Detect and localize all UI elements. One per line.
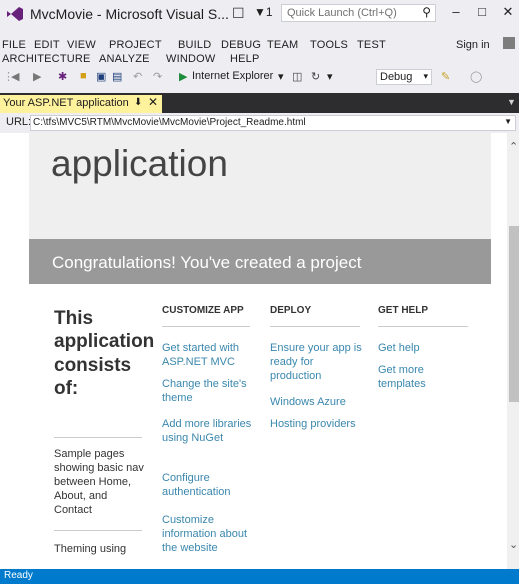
left-item: Sample pages showing basic nav between H… xyxy=(54,448,144,516)
menu-project[interactable]: PROJECT xyxy=(109,39,162,51)
divider xyxy=(54,530,142,531)
hero-title: application xyxy=(51,143,228,184)
column-heading: GET HELP xyxy=(378,305,429,316)
visual-studio-logo-icon xyxy=(7,7,23,21)
menu-build[interactable]: BUILD xyxy=(178,39,211,51)
maximize-button[interactable]: □ xyxy=(474,4,490,19)
menu-analyze[interactable]: ANALYZE xyxy=(99,53,150,65)
open-file-icon[interactable]: ■ xyxy=(80,70,87,82)
url-input[interactable]: C:\tfs\MVC5\RTM\MvcMovie\MvcMovie\Projec… xyxy=(30,115,516,131)
redo-icon[interactable]: ↷ xyxy=(153,70,162,83)
divider xyxy=(162,326,250,327)
scroll-up-icon[interactable]: ⌃ xyxy=(509,140,518,153)
menu-debug[interactable]: DEBUG xyxy=(221,39,261,51)
url-value: C:\tfs\MVC5\RTM\MvcMovie\MvcMovie\Projec… xyxy=(33,117,306,128)
status-text: Ready xyxy=(4,570,33,581)
browser-viewport: application Congratulations! You've crea… xyxy=(0,133,507,569)
menu-help[interactable]: HELP xyxy=(230,53,260,65)
menu-view[interactable]: VIEW xyxy=(67,39,96,51)
left-heading-line: application xyxy=(54,331,155,352)
url-label: URL: xyxy=(6,116,32,128)
refresh-dropdown-icon[interactable]: ▾ xyxy=(327,70,333,83)
link-windows-azure[interactable]: Windows Azure xyxy=(270,395,362,409)
column-heading: DEPLOY xyxy=(270,305,312,316)
chevron-down-icon: ▾ xyxy=(423,71,428,81)
solution-configuration-value: Debug xyxy=(380,71,413,83)
banner-text: Congratulations! You've created a projec… xyxy=(52,253,362,272)
find-icon[interactable]: ✎ xyxy=(441,70,450,83)
link-get-more-templates[interactable]: Get more templates xyxy=(378,363,458,391)
browser-target-label[interactable]: Internet Explorer xyxy=(192,70,273,82)
left-heading-line: This xyxy=(54,308,94,329)
browser-link-icon[interactable]: ◫ xyxy=(292,70,302,83)
start-debugging-icon[interactable]: ▶ xyxy=(179,70,187,83)
close-tab-icon[interactable]: ✕ xyxy=(148,95,158,109)
hero-section: application xyxy=(29,133,491,239)
left-heading-line: consists xyxy=(54,355,132,376)
menu-team[interactable]: TEAM xyxy=(267,39,298,51)
chevron-down-icon: ▼ xyxy=(504,117,512,126)
pin-icon[interactable]: ⬇ xyxy=(134,97,142,108)
link-configure-auth[interactable]: Configure authentication xyxy=(162,471,257,499)
close-button[interactable]: ✕ xyxy=(500,4,516,20)
divider xyxy=(378,326,468,327)
link-get-started[interactable]: Get started with ASP.NET MVC xyxy=(162,341,257,369)
left-item: Theming using xyxy=(54,543,127,555)
scrollbar-thumb[interactable] xyxy=(509,226,519,402)
scroll-down-icon[interactable]: ⌄ xyxy=(509,538,518,551)
column-heading: CUSTOMIZE APP xyxy=(162,305,244,316)
menu-architecture[interactable]: ARCHITECTURE xyxy=(2,53,91,65)
quick-launch-input[interactable]: Quick Launch (Ctrl+Q) ⚲ xyxy=(281,4,436,22)
navigate-forward-icon[interactable]: ▶ xyxy=(33,70,41,83)
menu-window[interactable]: WINDOW xyxy=(166,53,215,65)
link-change-theme[interactable]: Change the site's theme xyxy=(162,377,257,405)
notification-count: 1 xyxy=(265,5,273,19)
divider xyxy=(54,437,142,438)
menu-edit[interactable]: EDIT xyxy=(34,39,60,51)
link-ensure-ready[interactable]: Ensure your app is ready for production xyxy=(270,341,362,383)
menu-test[interactable]: TEST xyxy=(357,39,386,51)
search-icon: ⚲ xyxy=(422,5,431,19)
menu-tools[interactable]: TOOLS xyxy=(310,39,348,51)
comment-icon[interactable]: ◯ xyxy=(470,70,482,83)
sign-in-link[interactable]: Sign in xyxy=(456,39,490,51)
filter-icon[interactable]: ▼1 xyxy=(254,5,273,19)
undo-icon[interactable]: ↶ xyxy=(133,70,142,83)
tab-label: Your ASP.NET application xyxy=(3,97,129,109)
tab-list-dropdown-icon[interactable]: ▼ xyxy=(507,97,516,107)
left-heading-line: of: xyxy=(54,378,79,399)
quick-launch-placeholder: Quick Launch (Ctrl+Q) xyxy=(287,7,397,19)
navigate-back-icon[interactable]: ◀ xyxy=(11,70,19,83)
solution-configuration-select[interactable]: Debug ▾ xyxy=(376,69,432,85)
save-all-icon[interactable]: ▤ xyxy=(112,70,122,83)
minimize-button[interactable]: – xyxy=(448,4,464,19)
new-project-icon[interactable]: ✱ xyxy=(58,70,67,83)
account-icon[interactable] xyxy=(503,37,515,49)
link-add-libraries[interactable]: Add more libraries using NuGet xyxy=(162,417,257,445)
link-customize-info[interactable]: Customize information about the website xyxy=(162,513,257,555)
save-icon[interactable]: ▣ xyxy=(96,70,106,83)
congratulations-banner: Congratulations! You've created a projec… xyxy=(29,239,491,284)
browser-dropdown-icon[interactable]: ▾ xyxy=(278,70,284,83)
title-bar: MvcMovie - Microsoft Visual S... ☐ ▼1 Qu… xyxy=(0,0,519,28)
link-get-help[interactable]: Get help xyxy=(378,341,468,355)
status-bar: Ready xyxy=(0,569,519,584)
divider xyxy=(270,326,360,327)
link-hosting-providers[interactable]: Hosting providers xyxy=(270,417,365,431)
refresh-icon[interactable]: ↻ xyxy=(311,70,320,83)
menu-file[interactable]: FILE xyxy=(2,39,26,51)
window-title: MvcMovie - Microsoft Visual S... xyxy=(30,6,229,22)
notifications-icon[interactable]: ☐ xyxy=(232,5,245,22)
